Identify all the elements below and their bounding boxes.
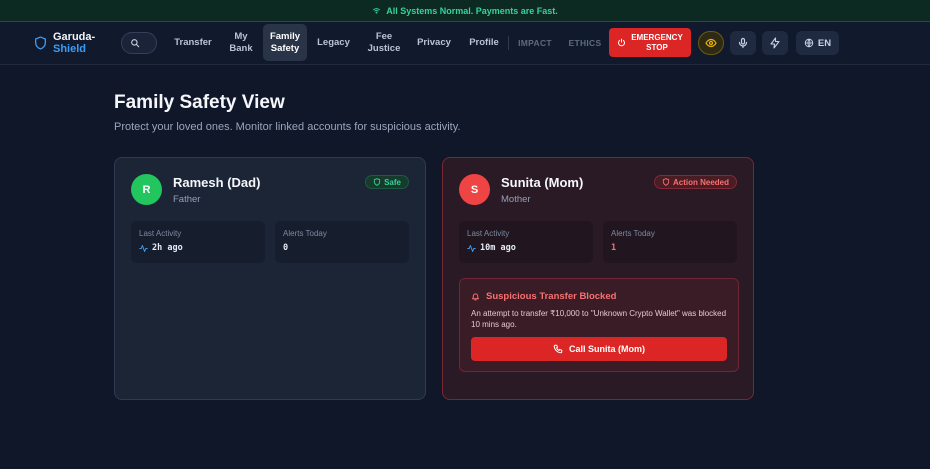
nav-divider [508, 36, 509, 50]
activity-icon [139, 244, 148, 252]
status-badge-label: Action Needed [672, 177, 729, 187]
stat-value: 1 [611, 243, 617, 253]
stat-value: 10m ago [480, 243, 516, 253]
last-activity-stat: Last Activity 10m ago [459, 221, 593, 263]
shield-icon [35, 36, 46, 50]
avatar: R [131, 174, 162, 205]
emergency-stop-button[interactable]: EMERGENCY STOP [609, 28, 691, 57]
nav-privacy[interactable]: Privacy [413, 24, 455, 61]
top-navigation-bar: Garuda- Shield Transfer My Bank Family S… [0, 22, 930, 65]
call-button-label: Call Sunita (Mom) [569, 344, 645, 354]
brand-logo[interactable]: Garuda- Shield [34, 31, 95, 55]
member-relation: Father [173, 194, 201, 205]
visibility-toggle-button[interactable] [698, 31, 724, 55]
shield-check-icon [373, 178, 381, 186]
nav-impact[interactable]: IMPACT [514, 24, 556, 61]
family-member-card: R Ramesh (Dad) Father Safe Last Activity… [114, 157, 426, 400]
alert-description: An attempt to transfer ₹10,000 to "Unkno… [471, 309, 727, 329]
globe-icon [804, 38, 814, 48]
status-banner-text: All Systems Normal. Payments are Fast. [386, 5, 558, 16]
lightning-icon [770, 37, 780, 49]
nav-fee-justice[interactable]: Fee Justice [364, 24, 404, 61]
stat-label: Alerts Today [611, 229, 655, 238]
power-icon [618, 38, 626, 47]
nav-family-safety[interactable]: Family Safety [263, 24, 307, 61]
page-title: Family Safety View [114, 92, 285, 113]
bell-icon [472, 293, 479, 301]
member-relation: Mother [501, 194, 531, 205]
member-name: Ramesh (Dad) [173, 175, 261, 190]
wifi-icon [373, 8, 381, 14]
nav-legacy[interactable]: Legacy [313, 24, 354, 61]
nav-profile[interactable]: Profile [464, 24, 504, 61]
brand-name-line2: Shield [53, 43, 87, 55]
microphone-icon [738, 37, 748, 49]
alert-title: Suspicious Transfer Blocked [486, 291, 617, 302]
phone-icon [553, 344, 563, 354]
eye-icon [705, 38, 717, 48]
suspicious-transfer-alert: Suspicious Transfer Blocked An attempt t… [459, 278, 739, 372]
stat-value: 2h ago [152, 243, 183, 253]
search-button[interactable] [121, 32, 157, 54]
search-icon [131, 39, 140, 48]
stat-label: Last Activity [139, 229, 182, 238]
voice-input-button[interactable] [730, 31, 756, 55]
brand-name-line1: Garuda- [53, 31, 96, 43]
family-member-card: S Sunita (Mom) Mother Action Needed Last… [442, 157, 754, 400]
system-status-banner: All Systems Normal. Payments are Fast. [0, 0, 930, 22]
language-label: EN [817, 37, 832, 49]
quick-action-button[interactable] [762, 31, 788, 55]
member-name: Sunita (Mom) [501, 175, 584, 190]
stat-value: 0 [283, 243, 289, 253]
avatar: S [459, 174, 490, 205]
shield-alert-icon [662, 178, 670, 186]
alerts-today-stat: Alerts Today 0 [275, 221, 409, 263]
stat-label: Last Activity [467, 229, 510, 238]
status-badge: Safe [365, 175, 409, 189]
nav-my-bank[interactable]: My Bank [225, 24, 257, 61]
nav-transfer[interactable]: Transfer [171, 24, 215, 61]
language-selector[interactable]: EN [796, 31, 839, 55]
emergency-stop-label: EMERGENCY STOP [631, 32, 683, 52]
stat-label: Alerts Today [283, 229, 327, 238]
status-badge: Action Needed [653, 175, 737, 189]
nav-ethics[interactable]: ETHICS [565, 24, 605, 61]
last-activity-stat: Last Activity 2h ago [131, 221, 265, 263]
page-subtitle: Protect your loved ones. Monitor linked … [114, 121, 461, 133]
call-member-button[interactable]: Call Sunita (Mom) [471, 337, 727, 361]
activity-icon [467, 244, 476, 252]
status-badge-label: Safe [384, 177, 401, 187]
alerts-today-stat: Alerts Today 1 [603, 221, 737, 263]
